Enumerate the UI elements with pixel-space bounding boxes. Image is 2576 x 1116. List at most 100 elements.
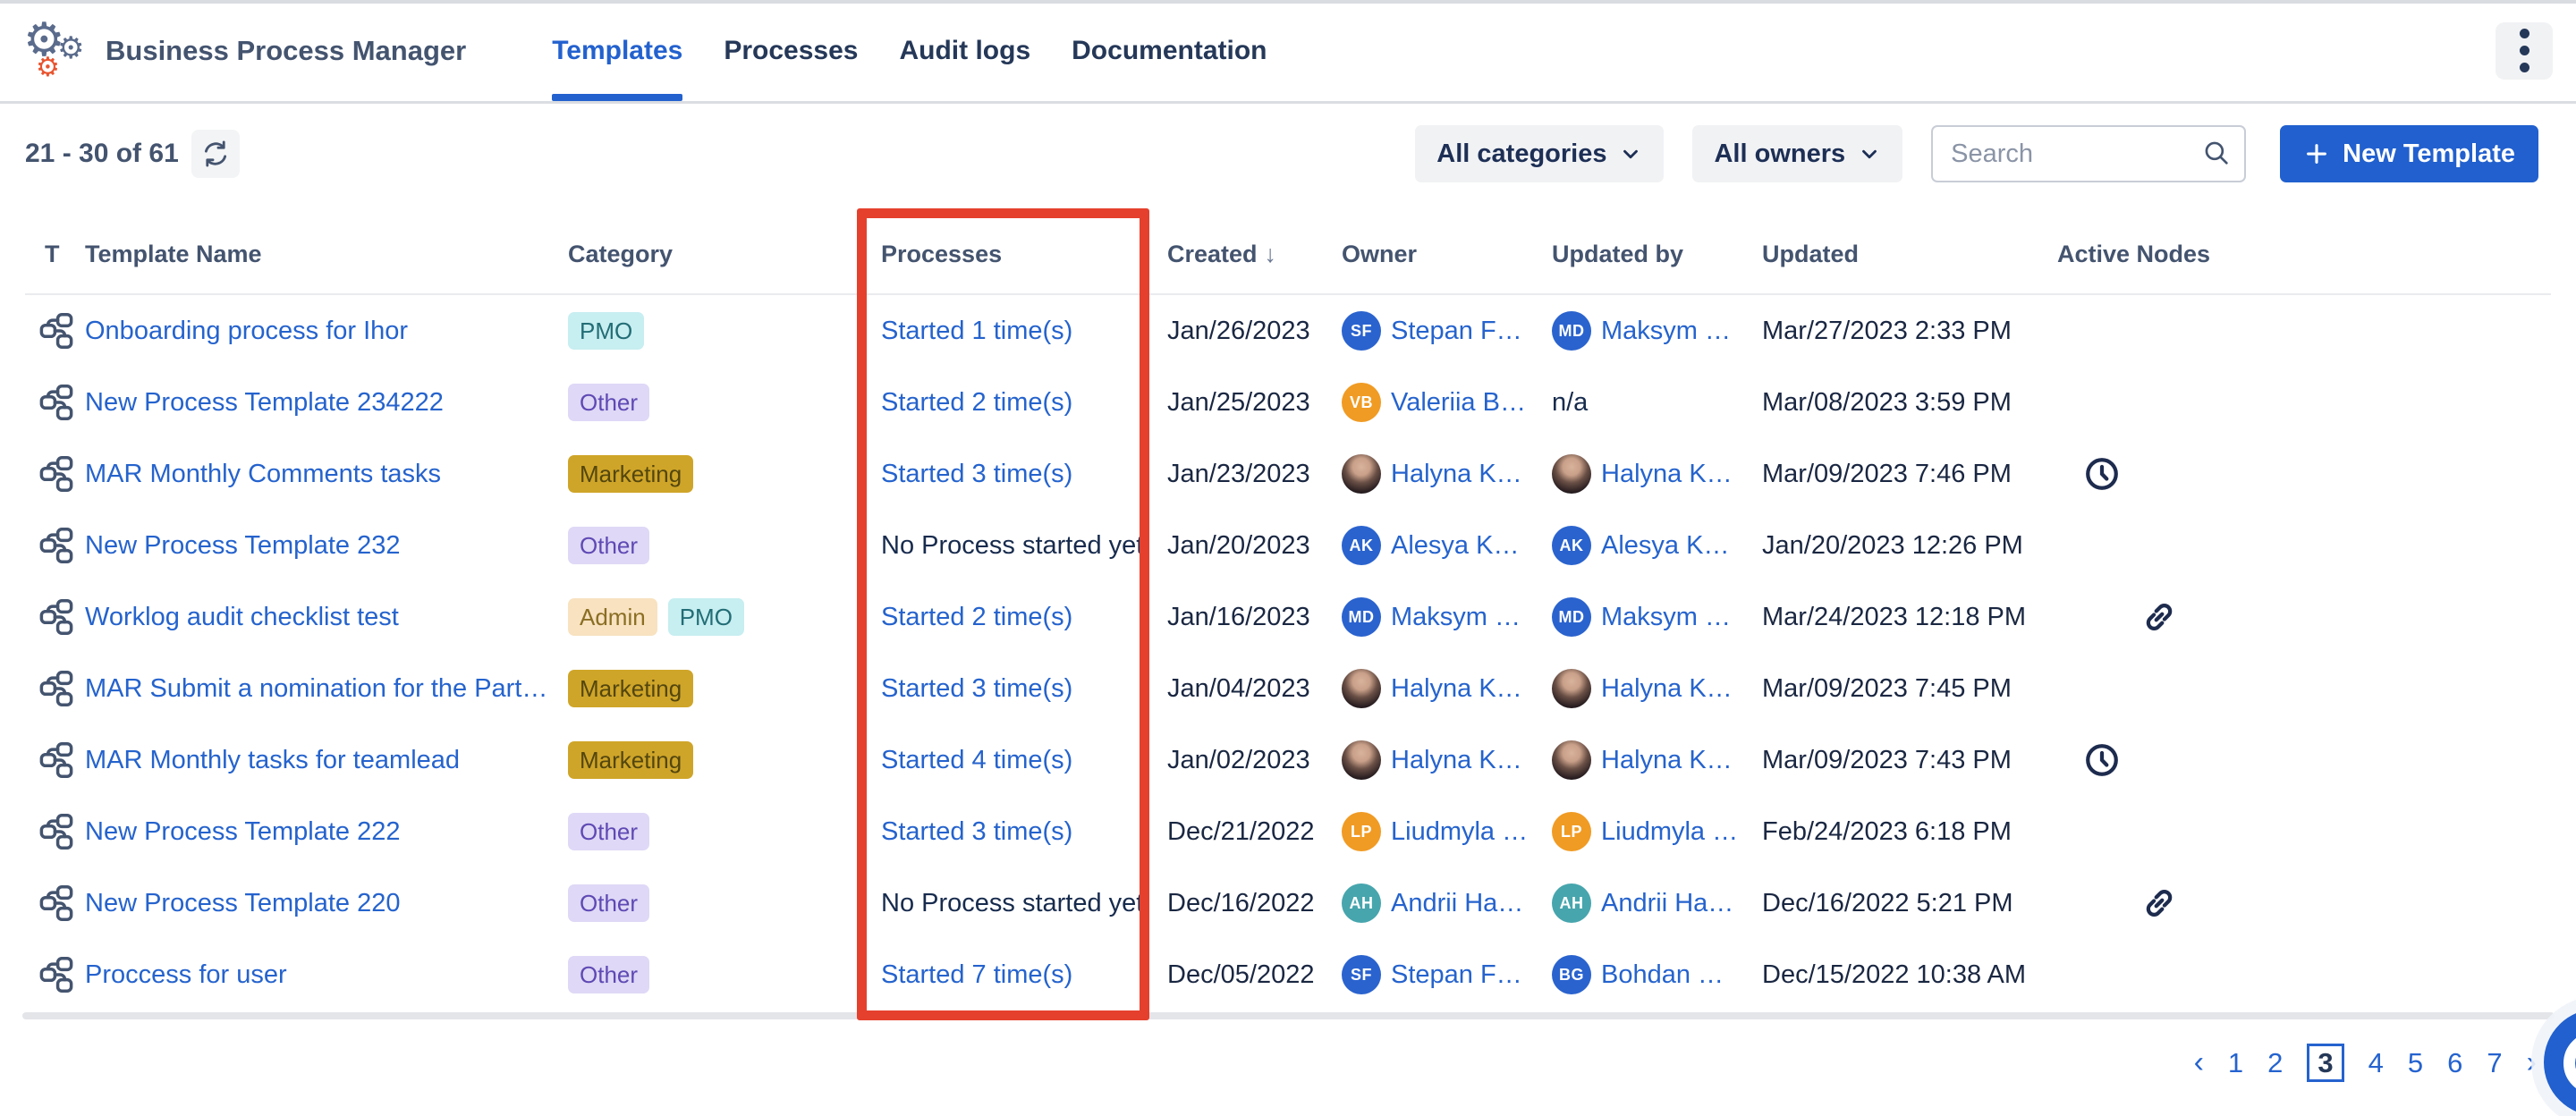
active-nodes-cell xyxy=(2057,454,2551,494)
col-header-updated-by[interactable]: Updated by xyxy=(1552,241,1762,268)
owner-avatar xyxy=(1342,454,1381,494)
owner-avatar: VB xyxy=(1342,383,1381,422)
processes-cell[interactable]: Started 4 time(s) xyxy=(881,746,1072,775)
owner-name-link[interactable]: Valeriia B… xyxy=(1391,388,1526,418)
page-5[interactable]: 5 xyxy=(2408,1049,2423,1077)
more-options-kebab-icon[interactable] xyxy=(2496,22,2553,80)
pagination: ‹ 1 2 3 4 5 6 7 › xyxy=(2194,1037,2537,1087)
updated-date: Dec/16/2022 5:21 PM xyxy=(1762,889,2013,918)
page-7[interactable]: 7 xyxy=(2487,1049,2502,1077)
processes-cell[interactable]: Started 7 time(s) xyxy=(881,960,1072,990)
updated-by-name-link[interactable]: Halyna K… xyxy=(1601,674,1733,704)
active-nodes-cell xyxy=(2057,597,2551,637)
updated-by-avatar xyxy=(1552,740,1591,780)
col-header-updated[interactable]: Updated xyxy=(1762,241,2057,268)
owner-name-link[interactable]: Maksym … xyxy=(1391,603,1521,632)
processes-cell[interactable]: Started 2 time(s) xyxy=(881,388,1072,418)
owner-cell: SFStepan F… xyxy=(1342,955,1552,994)
updated-by-cell: Halyna K… xyxy=(1552,669,1762,708)
refresh-icon[interactable] xyxy=(191,130,240,178)
owners-filter-dropdown[interactable]: All owners xyxy=(1692,125,1902,182)
created-date: Jan/23/2023 xyxy=(1167,460,1310,489)
table-row: MAR Monthly Comments tasks Marketing Sta… xyxy=(25,438,2551,510)
tab-templates[interactable]: Templates xyxy=(552,0,682,101)
owner-avatar: LP xyxy=(1342,812,1381,851)
template-name-link[interactable]: Proccess for user xyxy=(85,960,287,990)
chevron-down-icon xyxy=(1858,142,1881,165)
page-4[interactable]: 4 xyxy=(2368,1049,2384,1077)
categories-filter-dropdown[interactable]: All categories xyxy=(1415,125,1664,182)
updated-by-name-link[interactable]: Maksym … xyxy=(1601,603,1731,632)
table-row: New Process Template 232 Other No Proces… xyxy=(25,510,2551,581)
col-header-category[interactable]: Category xyxy=(568,241,881,268)
col-header-template-name[interactable]: Template Name xyxy=(85,241,568,268)
owner-name-link[interactable]: Alesya K… xyxy=(1391,531,1519,561)
updated-by-cell: n/a xyxy=(1552,388,1762,418)
updated-by-avatar: MD xyxy=(1552,597,1591,637)
template-name-link[interactable]: New Process Template 222 xyxy=(85,817,400,847)
processes-cell[interactable]: Started 1 time(s) xyxy=(881,317,1072,346)
pagination-next-icon[interactable]: › xyxy=(2527,1047,2537,1078)
col-header-owner[interactable]: Owner xyxy=(1342,241,1552,268)
tab-audit-logs[interactable]: Audit logs xyxy=(899,0,1030,101)
owner-name-link[interactable]: Halyna K… xyxy=(1391,674,1522,704)
template-name-link[interactable]: Worklog audit checklist test xyxy=(85,603,399,632)
owner-avatar: AK xyxy=(1342,526,1381,565)
created-date: Jan/20/2023 xyxy=(1167,531,1310,561)
updated-by-name-link[interactable]: Bohdan … xyxy=(1601,960,1724,990)
tab-processes[interactable]: Processes xyxy=(724,0,858,101)
updated-by-name-link[interactable]: Andrii Ha… xyxy=(1601,889,1733,918)
table-row: Worklog audit checklist test AdminPMO St… xyxy=(25,581,2551,653)
updated-by-cell: MD Maksym … xyxy=(1552,597,1762,637)
updated-date: Mar/09/2023 7:43 PM xyxy=(1762,746,2012,775)
link-icon xyxy=(2140,597,2179,637)
templates-table: T Template Name Category Processes Creat… xyxy=(25,215,2551,1010)
updated-by-cell: MDMaksym … xyxy=(1552,311,1762,351)
processes-cell[interactable]: Started 3 time(s) xyxy=(881,817,1072,847)
owner-name-link[interactable]: Halyna K… xyxy=(1391,460,1522,489)
active-nodes-cell xyxy=(2057,884,2551,923)
template-name-link[interactable]: MAR Monthly tasks for teamlead xyxy=(85,746,460,775)
col-header-processes[interactable]: Processes xyxy=(881,241,1167,268)
owner-name-link[interactable]: Stepan F… xyxy=(1391,317,1522,346)
col-header-active-nodes[interactable]: Active Nodes xyxy=(2057,241,2551,268)
category-badges: Other xyxy=(568,956,881,994)
owner-name-link[interactable]: Andrii Ha… xyxy=(1391,889,1523,918)
horizontal-scrollbar[interactable] xyxy=(22,1012,2555,1019)
col-header-created[interactable]: Created↓ xyxy=(1167,241,1342,268)
created-date: Jan/04/2023 xyxy=(1167,674,1310,704)
template-name-link[interactable]: MAR Monthly Comments tasks xyxy=(85,460,441,489)
updated-by-name-link[interactable]: Liudmyla … xyxy=(1601,817,1738,847)
tab-documentation[interactable]: Documentation xyxy=(1072,0,1267,101)
help-floating-button[interactable] xyxy=(2544,1009,2576,1116)
updated-by-name-link[interactable]: Halyna K… xyxy=(1601,746,1733,775)
new-template-button[interactable]: New Template xyxy=(2280,125,2538,182)
workflow-template-icon xyxy=(38,670,75,707)
page-6[interactable]: 6 xyxy=(2447,1049,2462,1077)
pagination-prev-icon[interactable]: ‹ xyxy=(2194,1047,2204,1078)
workflow-template-icon xyxy=(38,384,75,421)
processes-cell[interactable]: Started 2 time(s) xyxy=(881,603,1072,632)
owner-name-link[interactable]: Stepan F… xyxy=(1391,960,1522,990)
col-header-type[interactable]: T xyxy=(25,241,85,268)
template-name-link[interactable]: New Process Template 234222 xyxy=(85,388,444,418)
plus-icon xyxy=(2303,140,2330,167)
template-name-link[interactable]: New Process Template 232 xyxy=(85,531,400,561)
table-row: Proccess for user Other Started 7 time(s… xyxy=(25,939,2551,1010)
template-name-link[interactable]: New Process Template 220 xyxy=(85,889,400,918)
updated-by-name-link[interactable]: Halyna K… xyxy=(1601,460,1733,489)
page-3-current[interactable]: 3 xyxy=(2307,1044,2343,1082)
template-name-link[interactable]: MAR Submit a nomination for the Part… xyxy=(85,674,547,704)
owner-name-link[interactable]: Halyna K… xyxy=(1391,746,1522,775)
updated-by-name-link[interactable]: Maksym … xyxy=(1601,317,1731,346)
page-2[interactable]: 2 xyxy=(2267,1049,2283,1077)
processes-cell[interactable]: Started 3 time(s) xyxy=(881,674,1072,704)
owner-name-link[interactable]: Liudmyla … xyxy=(1391,817,1528,847)
search-input[interactable] xyxy=(1931,125,2246,182)
page-1[interactable]: 1 xyxy=(2228,1049,2243,1077)
updated-by-avatar: LP xyxy=(1552,812,1591,851)
processes-cell[interactable]: Started 3 time(s) xyxy=(881,460,1072,489)
workflow-template-icon xyxy=(38,741,75,779)
updated-by-name-link[interactable]: Alesya K… xyxy=(1601,531,1729,561)
template-name-link[interactable]: Onboarding process for Ihor xyxy=(85,317,408,346)
